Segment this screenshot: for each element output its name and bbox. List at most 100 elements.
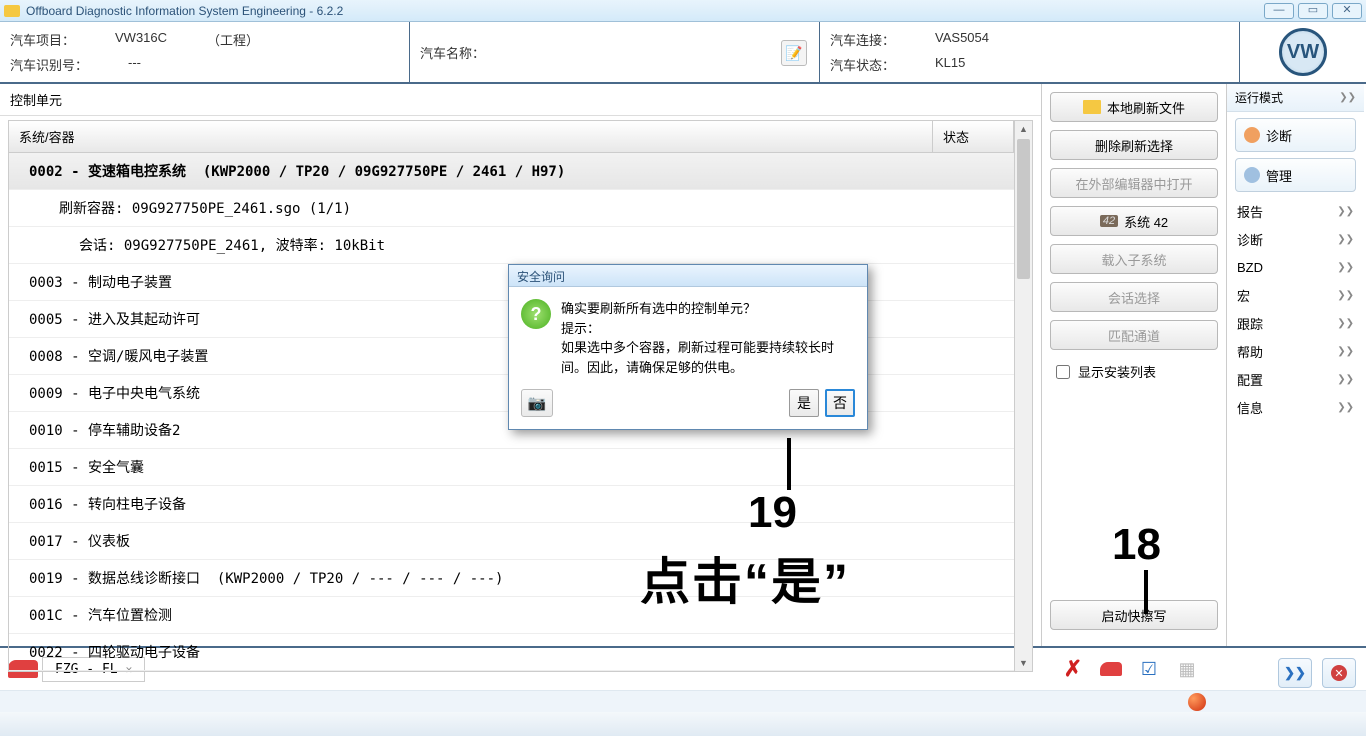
- col-system[interactable]: 系统/容器: [9, 121, 933, 152]
- sidebar-section-宏[interactable]: 宏❯❯: [1227, 282, 1364, 310]
- gear-icon: [1244, 167, 1260, 183]
- chevron-icon: ❯❯: [1337, 318, 1354, 329]
- btn-label: 会话选择: [1108, 288, 1160, 307]
- btn-label: 系统 42: [1124, 212, 1168, 231]
- question-icon: ?: [521, 299, 551, 329]
- run-mode-header[interactable]: 运行模式 ❯❯: [1227, 84, 1364, 112]
- dialog-line1: 确实要刷新所有选中的控制单元？: [561, 299, 855, 319]
- car-status-icon[interactable]: [1098, 658, 1124, 680]
- btn-label: 本地刷新文件: [1107, 98, 1185, 117]
- section-title: 控制单元: [0, 84, 1041, 116]
- sidebar-section-BZD[interactable]: BZD❯❯: [1227, 254, 1364, 282]
- vehicle-info-bar: 汽车项目： VW316C （工程） 汽车识别号： --- 汽车名称： 📝 汽车连…: [0, 22, 1366, 84]
- session-select-button[interactable]: 会话选择: [1050, 282, 1218, 312]
- vin-label: 汽车识别号：: [10, 55, 88, 74]
- table-row[interactable]: 刷新容器: 09G927750PE_2461.sgo (1/1): [9, 190, 1014, 227]
- table-row[interactable]: 001C - 汽车位置检测: [9, 597, 1014, 634]
- table-row[interactable]: 0002 - 变速箱电控系统 (KWP2000 / TP20 / 09G9277…: [9, 153, 1014, 190]
- btn-label: 启动快擦写: [1101, 606, 1166, 625]
- table-row[interactable]: 会话: 09G927750PE_2461, 波特率: 10kBit: [9, 227, 1014, 264]
- btn-label: 载入子系统: [1101, 250, 1166, 269]
- sidebar-section-配置[interactable]: 配置❯❯: [1227, 366, 1364, 394]
- diagnosis-mode-button[interactable]: 诊断: [1235, 118, 1356, 152]
- table-row[interactable]: 0022 - 四轮驱动电子设备: [9, 634, 1014, 671]
- app-icon: [4, 5, 20, 17]
- annotation-line-19: [787, 438, 791, 490]
- scroll-thumb[interactable]: [1017, 139, 1030, 279]
- cancel-session-button[interactable]: ✕: [1322, 658, 1356, 688]
- chevron-icon: ❯❯: [1337, 402, 1354, 413]
- scroll-up-arrow[interactable]: ▲: [1015, 121, 1032, 137]
- project-label: 汽车项目：: [10, 30, 75, 49]
- dialog-line2: 提示：: [561, 319, 855, 339]
- window-title: Offboard Diagnostic Information System E…: [26, 4, 1260, 18]
- action-buttons-panel: 本地刷新文件 删除刷新选择 在外部编辑器中打开 42 系统 42 载入子系统 会…: [1042, 84, 1226, 646]
- logo-cell: VW: [1240, 22, 1366, 82]
- status-indicator-icon: [1188, 693, 1206, 711]
- chevron-icon: ❯❯: [1337, 290, 1354, 301]
- start-flash-button[interactable]: 启动快擦写: [1050, 600, 1218, 630]
- sidebar-section-跟踪[interactable]: 跟踪❯❯: [1227, 310, 1364, 338]
- project-value: VW316C: [115, 30, 167, 49]
- local-refresh-file-button[interactable]: 本地刷新文件: [1050, 92, 1218, 122]
- btn-label: 诊断: [1266, 126, 1292, 145]
- minimize-button[interactable]: —: [1264, 3, 1294, 19]
- screenshot-button[interactable]: 📷: [521, 389, 553, 417]
- conn-value: VAS5054: [935, 30, 989, 49]
- yes-button[interactable]: 是: [789, 389, 819, 417]
- vehicle-name-label: 汽车名称：: [420, 43, 485, 62]
- grid-icon[interactable]: ▦: [1174, 658, 1200, 680]
- sidebar-section-报告[interactable]: 报告❯❯: [1227, 198, 1364, 226]
- btn-label: 在外部编辑器中打开: [1075, 174, 1192, 193]
- col-state[interactable]: 状态: [933, 121, 1014, 152]
- dialog-text: 确实要刷新所有选中的控制单元？ 提示： 如果选中多个容器，刷新过程可能要持续较长…: [561, 299, 855, 377]
- vin-value: ---: [128, 55, 141, 74]
- close-button[interactable]: ✕: [1332, 3, 1362, 19]
- table-row[interactable]: 0019 - 数据总线诊断接口 (KWP2000 / TP20 / --- / …: [9, 560, 1014, 597]
- sidebar-section-信息[interactable]: 信息❯❯: [1227, 394, 1364, 422]
- sidebar-section-帮助[interactable]: 帮助❯❯: [1227, 338, 1364, 366]
- chevron-icon: ❯❯: [1339, 92, 1356, 103]
- forward-button[interactable]: ❯❯: [1278, 658, 1312, 688]
- show-install-list-row[interactable]: 显示安装列表: [1050, 358, 1218, 385]
- project-note: （工程）: [207, 30, 259, 49]
- checkbox-label: 显示安装列表: [1078, 362, 1156, 381]
- chevron-icon: ❯❯: [1337, 206, 1354, 217]
- load-subsystem-button[interactable]: 载入子系统: [1050, 244, 1218, 274]
- scroll-down-arrow[interactable]: ▼: [1015, 655, 1032, 671]
- dialog-line3: 如果选中多个容器，刷新过程可能要持续较长时间。因此，请确保足够的供电。: [561, 338, 855, 377]
- maximize-button[interactable]: ▭: [1298, 3, 1328, 19]
- info-cell-project: 汽车项目： VW316C （工程） 汽车识别号： ---: [0, 22, 410, 82]
- edit-vehicle-name-button[interactable]: 📝: [781, 40, 807, 66]
- stethoscope-icon: [1244, 127, 1260, 143]
- open-external-editor-button[interactable]: 在外部编辑器中打开: [1050, 168, 1218, 198]
- table-row[interactable]: 0016 - 转向柱电子设备: [9, 486, 1014, 523]
- chevron-icon: ❯❯: [1337, 262, 1354, 273]
- system-42-button[interactable]: 42 系统 42: [1050, 206, 1218, 236]
- state-value: KL15: [935, 55, 965, 74]
- table-row[interactable]: 0015 - 安全气囊: [9, 449, 1014, 486]
- sidebar-section-诊断[interactable]: 诊断❯❯: [1227, 226, 1364, 254]
- delete-x-icon[interactable]: ✗: [1060, 658, 1086, 680]
- admin-mode-button[interactable]: 管理: [1235, 158, 1356, 192]
- info-cell-name: 汽车名称： 📝: [410, 22, 820, 82]
- chevron-icon: ❯❯: [1337, 234, 1354, 245]
- camera-icon: 📷: [528, 394, 547, 412]
- delete-refresh-selection-button[interactable]: 删除刷新选择: [1050, 130, 1218, 160]
- chevron-icon: ❯❯: [1337, 346, 1354, 357]
- dialog-title: 安全询问: [509, 265, 867, 287]
- conn-label: 汽车连接：: [830, 30, 895, 49]
- no-button[interactable]: 否: [825, 389, 855, 417]
- checklist-icon[interactable]: ☑: [1136, 658, 1162, 680]
- match-channel-button[interactable]: 匹配通道: [1050, 320, 1218, 350]
- btn-label: 匹配通道: [1108, 326, 1160, 345]
- state-label: 汽车状态：: [830, 55, 895, 74]
- window-titlebar: Offboard Diagnostic Information System E…: [0, 0, 1366, 22]
- grid-scrollbar[interactable]: ▲ ▼: [1015, 120, 1033, 672]
- run-mode-label: 运行模式: [1235, 89, 1283, 106]
- table-row[interactable]: 0017 - 仪表板: [9, 523, 1014, 560]
- cancel-icon: ✕: [1331, 665, 1347, 681]
- folder-icon: [1083, 100, 1101, 114]
- show-install-list-checkbox[interactable]: [1056, 365, 1070, 379]
- num42-icon: 42: [1100, 215, 1118, 227]
